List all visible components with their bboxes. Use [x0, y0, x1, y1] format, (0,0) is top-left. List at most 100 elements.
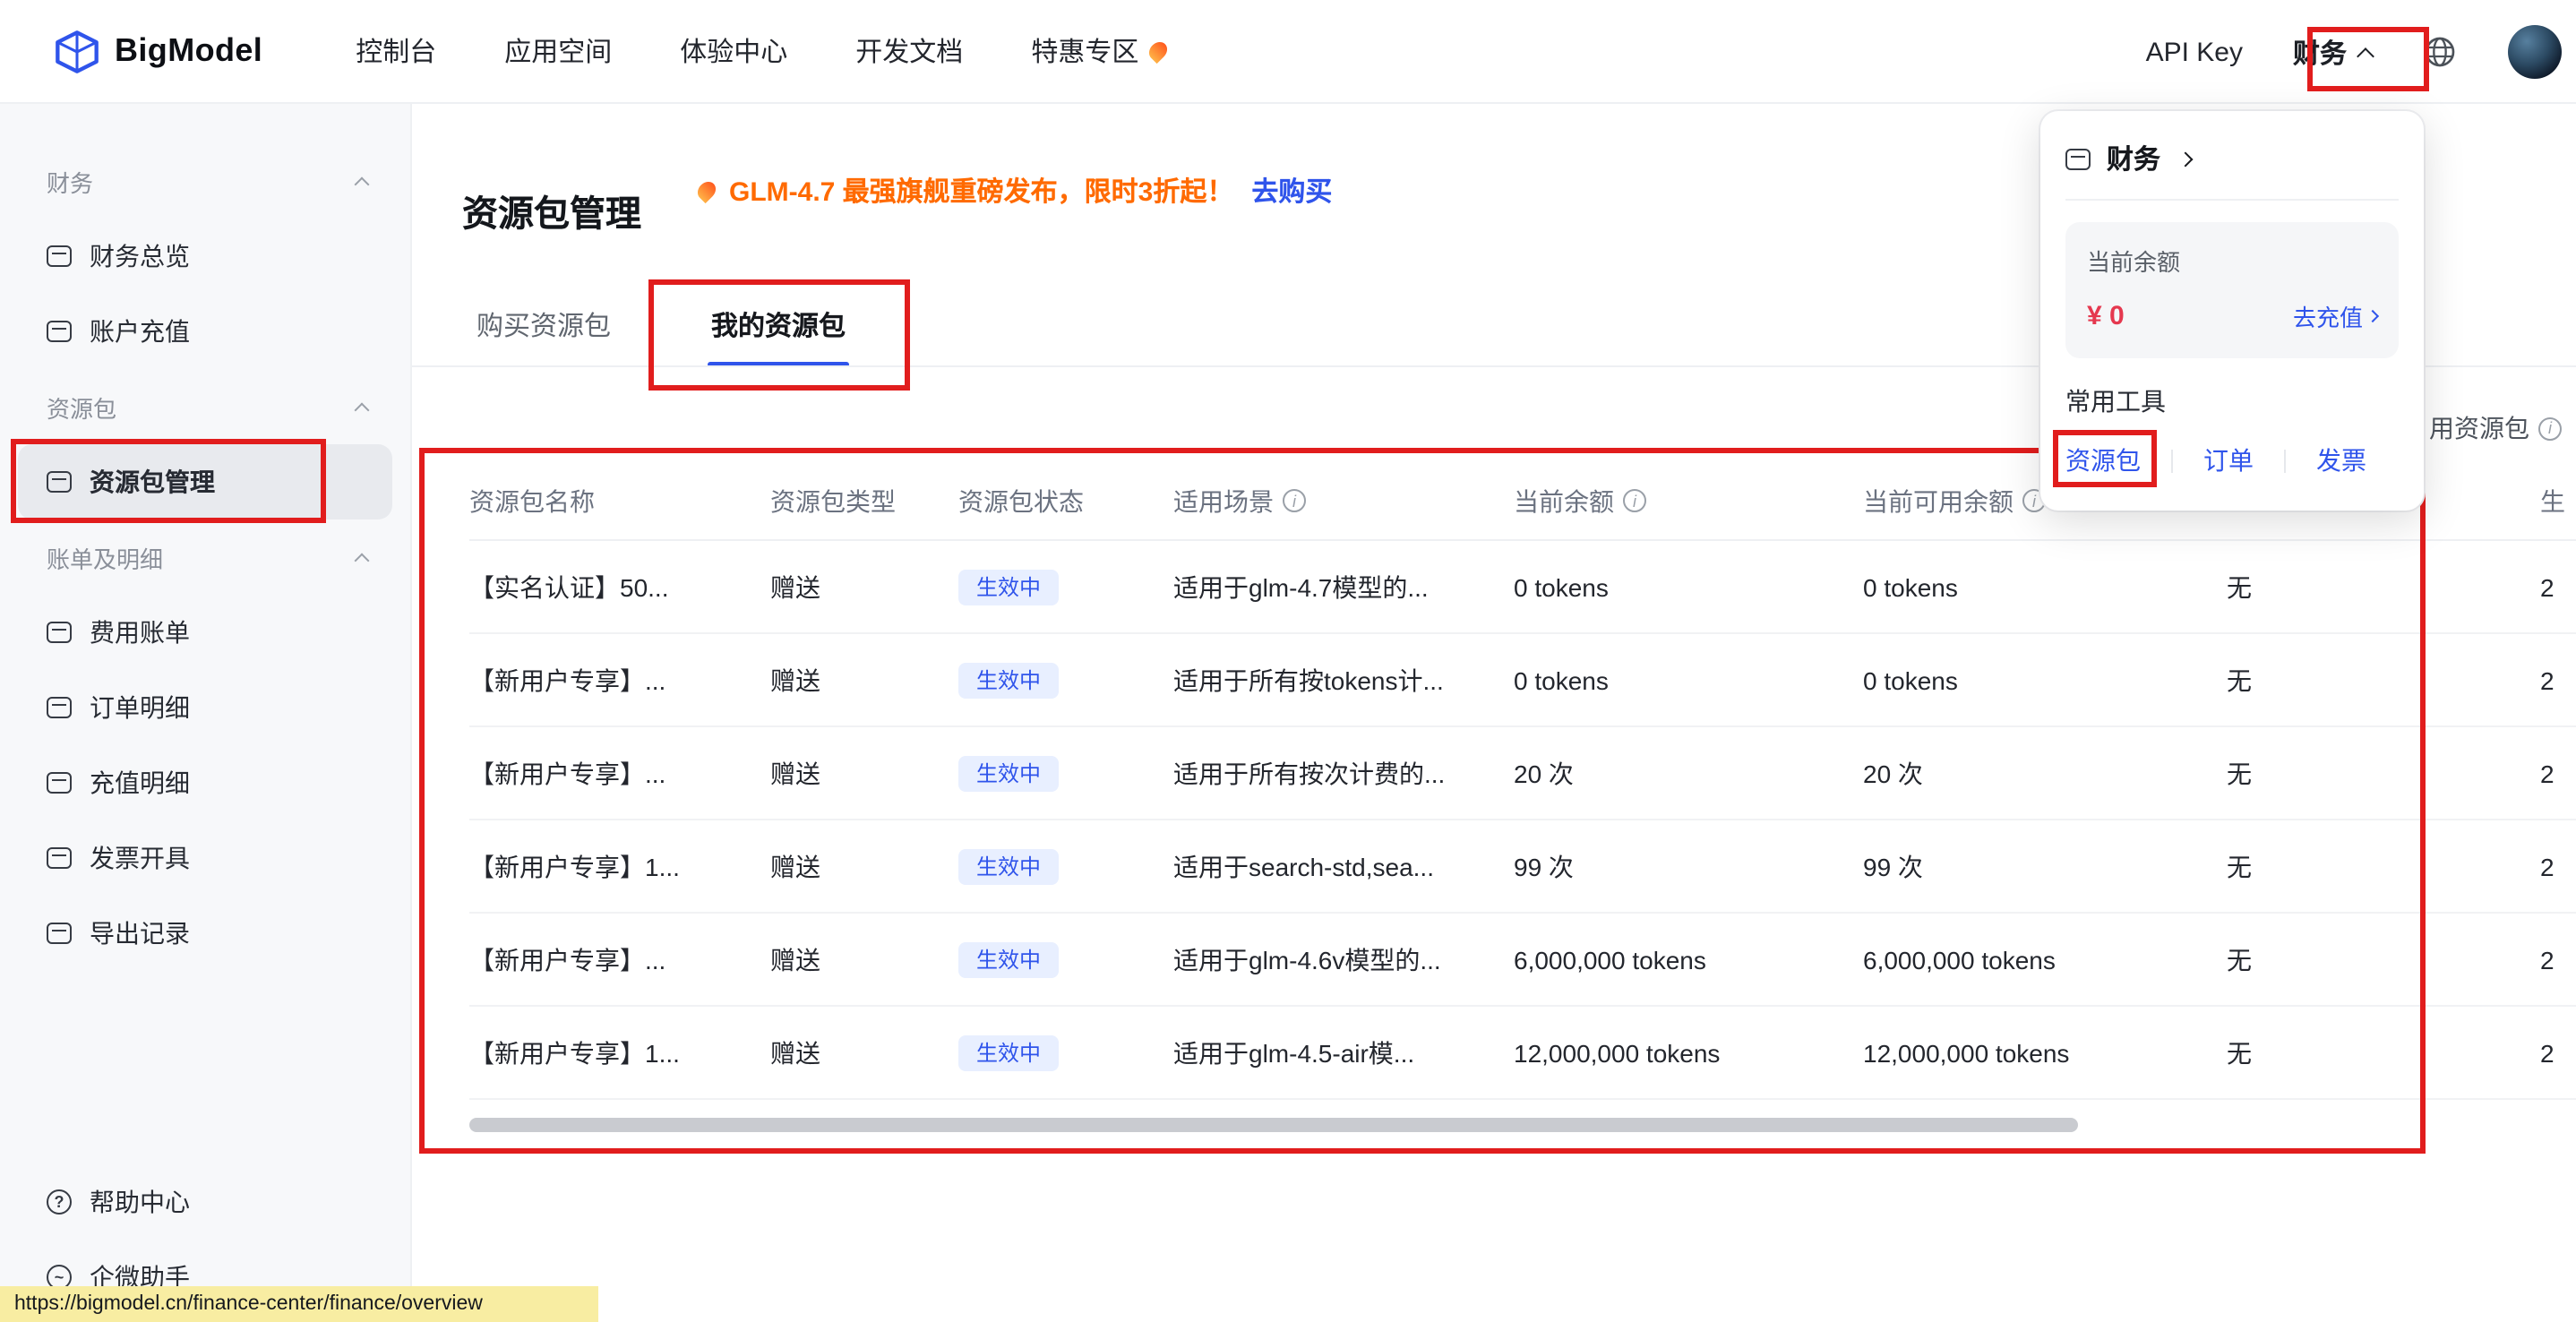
- pkg-status: 生效中: [958, 1034, 1173, 1070]
- browser-status-url: https://bigmodel.cn/finance-center/finan…: [0, 1286, 598, 1322]
- pkg-scene: 适用于search-std,sea...: [1173, 848, 1514, 884]
- col-status: 资源包状态: [958, 483, 1173, 519]
- finance-menu-trigger[interactable]: 财务: [2293, 33, 2372, 71]
- tab-my-package[interactable]: 我的资源包: [711, 306, 846, 344]
- sidebar-item-export-record[interactable]: 导出记录: [0, 896, 410, 971]
- status-badge: 生效中: [958, 755, 1059, 791]
- pkg-balance: 20 次: [1514, 755, 1863, 791]
- nav-app-space[interactable]: 应用空间: [504, 32, 612, 70]
- pkg-scene: 适用于所有按次计费的...: [1173, 755, 1514, 791]
- recharge-icon: [47, 321, 72, 342]
- pkg-status: 生效中: [958, 662, 1173, 698]
- horizontal-scrollbar[interactable]: [469, 1118, 2078, 1132]
- sidebar-item-account-recharge[interactable]: 账户充值: [0, 294, 410, 369]
- pkg-start: 2: [2329, 759, 2576, 787]
- page-title: 资源包管理: [462, 185, 641, 237]
- status-badge: 生效中: [958, 662, 1059, 698]
- col-name: 资源包名称: [469, 483, 770, 519]
- status-badge: 生效中: [958, 848, 1059, 884]
- pkg-type: 赠送: [770, 662, 958, 698]
- pkg-name: 【新用户专享】...: [469, 755, 770, 791]
- chevron-up-icon: [2357, 47, 2374, 64]
- common-tools: 资源包 订单 发票: [2065, 442, 2399, 478]
- sidebar-item-invoice-issue[interactable]: 发票开具: [0, 820, 410, 896]
- pkg-status: 生效中: [958, 848, 1173, 884]
- sidebar-item-help-center[interactable]: ? 帮助中心: [0, 1164, 410, 1240]
- pkg-available: 6,000,000 tokens: [1863, 945, 2168, 974]
- help-icon: ?: [47, 1189, 72, 1215]
- col-scene: 适用场景: [1173, 483, 1514, 519]
- dropdown-finance-header[interactable]: 财务: [2065, 140, 2399, 177]
- globe-icon[interactable]: [2422, 34, 2458, 70]
- tool-order-link[interactable]: 订单: [2203, 442, 2254, 478]
- chevron-right-icon: [2178, 151, 2194, 167]
- pkg-extra: 无: [2168, 941, 2329, 977]
- sidebar-group-package[interactable]: 资源包: [0, 369, 410, 444]
- promo-banner: GLM-4.7 最强旗舰重磅发布，限时3折起！ 去购买: [699, 172, 1332, 210]
- pkg-status: 生效中: [958, 569, 1173, 605]
- pkg-balance: 12,000,000 tokens: [1514, 1038, 1863, 1067]
- pkg-type: 赠送: [770, 941, 958, 977]
- user-avatar[interactable]: [2508, 25, 2562, 79]
- pkg-name: 【新用户专享】...: [469, 662, 770, 698]
- pkg-scene: 适用于glm-4.7模型的...: [1173, 569, 1514, 605]
- pkg-type: 赠送: [770, 569, 958, 605]
- brand-logo[interactable]: BigModel: [54, 28, 262, 74]
- table-row: 【新用户专享】1... 赠送 生效中 适用于glm-4.5-air模... 12…: [469, 1007, 2576, 1100]
- sidebar-group-finance[interactable]: 财务: [0, 143, 410, 219]
- overview-icon: [47, 245, 72, 267]
- recharge-detail-icon: [47, 772, 72, 794]
- balance-card: 当前余额 ¥ 0 去充值: [2065, 222, 2399, 358]
- nav-experience[interactable]: 体验中心: [680, 32, 787, 70]
- pkg-name: 【新用户专享】1...: [469, 1034, 770, 1070]
- finance-dropdown: 财务 当前余额 ¥ 0 去充值 常用工具 资源包 订单 发票: [2040, 111, 2424, 511]
- pkg-type: 赠送: [770, 848, 958, 884]
- pkg-name: 【实名认证】50...: [469, 569, 770, 605]
- sidebar-item-finance-overview[interactable]: 财务总览: [0, 219, 410, 294]
- pkg-start: 2: [2329, 572, 2576, 601]
- pkg-status: 生效中: [958, 755, 1173, 791]
- api-key-link[interactable]: API Key: [2146, 37, 2243, 67]
- pkg-available: 20 次: [1863, 755, 2168, 791]
- sidebar-item-recharge-detail[interactable]: 充值明细: [0, 745, 410, 820]
- show-available-filter-partial[interactable]: 用资源包: [2429, 410, 2562, 446]
- navbar-right: API Key 财务: [2146, 0, 2562, 104]
- status-badge: 生效中: [958, 1034, 1059, 1070]
- pkg-start: 2: [2329, 945, 2576, 974]
- info-icon[interactable]: [1283, 489, 1306, 512]
- table-row: 【新用户专享】... 赠送 生效中 适用于所有按tokens计... 0 tok…: [469, 634, 2576, 727]
- nav-console[interactable]: 控制台: [356, 32, 436, 70]
- pkg-available: 0 tokens: [1863, 665, 2168, 694]
- tool-package-link[interactable]: 资源包: [2065, 442, 2141, 478]
- package-tabs: 购买资源包 我的资源包: [477, 306, 846, 344]
- tab-buy-package[interactable]: 购买资源包: [477, 306, 611, 344]
- app-window: BigModel 控制台 应用空间 体验中心 开发文档 特惠专区 API Key…: [0, 0, 2576, 1322]
- pkg-type: 赠送: [770, 1034, 958, 1070]
- chevron-up-icon: [355, 554, 370, 569]
- pkg-extra: 无: [2168, 569, 2329, 605]
- sidebar-item-expense-bill[interactable]: 费用账单: [0, 595, 410, 670]
- divider: [2171, 449, 2173, 472]
- sidebar-item-package-manage[interactable]: 资源包管理: [18, 444, 392, 519]
- tool-invoice-link[interactable]: 发票: [2316, 442, 2366, 478]
- invoice-icon: [47, 847, 72, 869]
- chevron-up-icon: [355, 403, 370, 418]
- banner-buy-link[interactable]: 去购买: [1251, 172, 1332, 210]
- sidebar-group-bills[interactable]: 账单及明细: [0, 519, 410, 595]
- nav-docs[interactable]: 开发文档: [855, 32, 963, 70]
- bill-icon: [47, 622, 72, 643]
- order-icon: [47, 697, 72, 718]
- info-icon[interactable]: [1623, 489, 1646, 512]
- col-balance: 当前余额: [1514, 483, 1863, 519]
- col-type: 资源包类型: [770, 483, 958, 519]
- pkg-balance: 0 tokens: [1514, 572, 1863, 601]
- pkg-balance: 99 次: [1514, 848, 1863, 884]
- pkg-scene: 适用于所有按tokens计...: [1173, 662, 1514, 698]
- divider: [2065, 199, 2399, 201]
- nav-promo[interactable]: 特惠专区: [1031, 32, 1165, 70]
- sidebar-item-order-detail[interactable]: 订单明细: [0, 670, 410, 745]
- recharge-link[interactable]: 去充值: [2293, 299, 2377, 333]
- pkg-name: 【新用户专享】...: [469, 941, 770, 977]
- info-icon[interactable]: [2538, 416, 2562, 440]
- package-icon: [47, 471, 72, 493]
